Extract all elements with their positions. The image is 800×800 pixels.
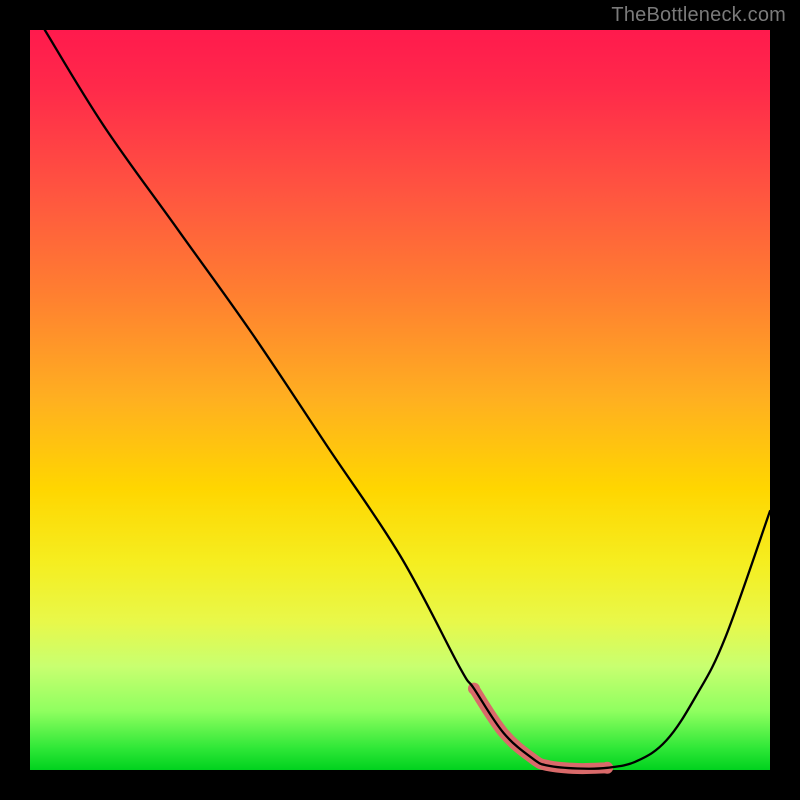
bottleneck-curve-line xyxy=(45,30,770,769)
chart-frame: TheBottleneck.com xyxy=(0,0,800,800)
bottleneck-curve xyxy=(30,30,770,770)
watermark-text: TheBottleneck.com xyxy=(611,4,786,27)
plot-area xyxy=(30,30,770,770)
optimal-range-highlight xyxy=(474,689,607,769)
